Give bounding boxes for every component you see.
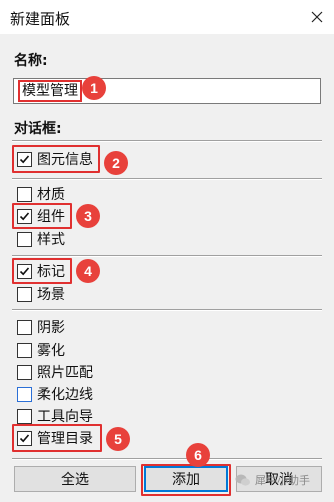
- wechat-icon: [235, 474, 250, 486]
- checkbox-box[interactable]: [17, 386, 32, 402]
- checkbox-shadows[interactable]: 阴影: [17, 317, 65, 337]
- checkbox-tags[interactable]: 标记: [17, 261, 65, 281]
- checkbox-label: 雾化: [37, 343, 65, 359]
- name-field-value: 模型管理: [18, 80, 82, 102]
- step-badge-6: 6: [186, 443, 210, 467]
- checkbox-instructor[interactable]: 工具向导: [17, 406, 93, 426]
- checkbox-label: 组件: [37, 209, 65, 225]
- name-field[interactable]: 模型管理: [13, 78, 321, 104]
- close-icon: [311, 11, 323, 23]
- check-icon: [19, 154, 30, 163]
- separator: [12, 178, 322, 180]
- step-badge-3: 3: [76, 204, 100, 228]
- checkbox-material[interactable]: 材质: [17, 184, 65, 204]
- step-badge-4: 4: [76, 259, 100, 283]
- checkbox-soften-edges[interactable]: 柔化边线: [17, 384, 93, 404]
- close-button[interactable]: [300, 0, 334, 34]
- checkbox-label: 柔化边线: [37, 387, 93, 403]
- name-label: 名称:: [14, 53, 48, 69]
- checkbox-manage-trays[interactable]: 管理目录: [17, 428, 93, 448]
- step-badge-1: 1: [82, 76, 106, 100]
- checkbox-box[interactable]: [17, 186, 32, 202]
- checkbox-label: 标记: [37, 264, 65, 280]
- separator: [12, 140, 322, 142]
- checkbox-fog[interactable]: 雾化: [17, 340, 65, 360]
- check-icon: [19, 266, 30, 275]
- add-button[interactable]: 添加: [144, 466, 228, 492]
- checkbox-box[interactable]: [17, 430, 32, 446]
- select-all-button[interactable]: 全选: [14, 466, 136, 492]
- checkbox-label: 工具向导: [37, 409, 93, 425]
- step-badge-2: 2: [104, 151, 128, 175]
- checkbox-label: 样式: [37, 232, 65, 248]
- separator: [12, 255, 322, 257]
- checkbox-box[interactable]: [17, 286, 32, 302]
- title-bar: 新建面板: [0, 0, 334, 34]
- dialog-label: 对话框:: [14, 121, 62, 137]
- checkbox-style[interactable]: 样式: [17, 229, 65, 249]
- checkbox-label: 阴影: [37, 320, 65, 336]
- check-icon: [19, 211, 30, 220]
- checkbox-label: 材质: [37, 187, 65, 203]
- checkbox-label: 场景: [37, 287, 65, 303]
- checkbox-label: 管理目录: [37, 431, 93, 447]
- watermark-text: 犀牛小助手: [255, 474, 310, 487]
- checkbox-label: 照片匹配: [37, 365, 93, 381]
- step-badge-5: 5: [106, 427, 130, 451]
- checkbox-box[interactable]: [17, 231, 32, 247]
- checkbox-box[interactable]: [17, 263, 32, 279]
- checkbox-scenes[interactable]: 场景: [17, 284, 65, 304]
- checkbox-box[interactable]: [17, 364, 32, 380]
- checkbox-box[interactable]: [17, 408, 32, 424]
- checkbox-box[interactable]: [17, 151, 32, 167]
- checkbox-label: 图元信息: [37, 152, 93, 168]
- check-icon: [19, 433, 30, 442]
- separator: [12, 458, 322, 460]
- checkbox-box[interactable]: [17, 208, 32, 224]
- checkbox-box[interactable]: [17, 342, 32, 358]
- checkbox-entity-info[interactable]: 图元信息: [17, 149, 93, 169]
- watermark: 犀牛小助手: [235, 472, 310, 488]
- checkbox-match-photo[interactable]: 照片匹配: [17, 362, 93, 382]
- window-title: 新建面板: [10, 10, 71, 28]
- checkbox-component[interactable]: 组件: [17, 206, 65, 226]
- separator: [12, 309, 322, 311]
- checkbox-box[interactable]: [17, 319, 32, 335]
